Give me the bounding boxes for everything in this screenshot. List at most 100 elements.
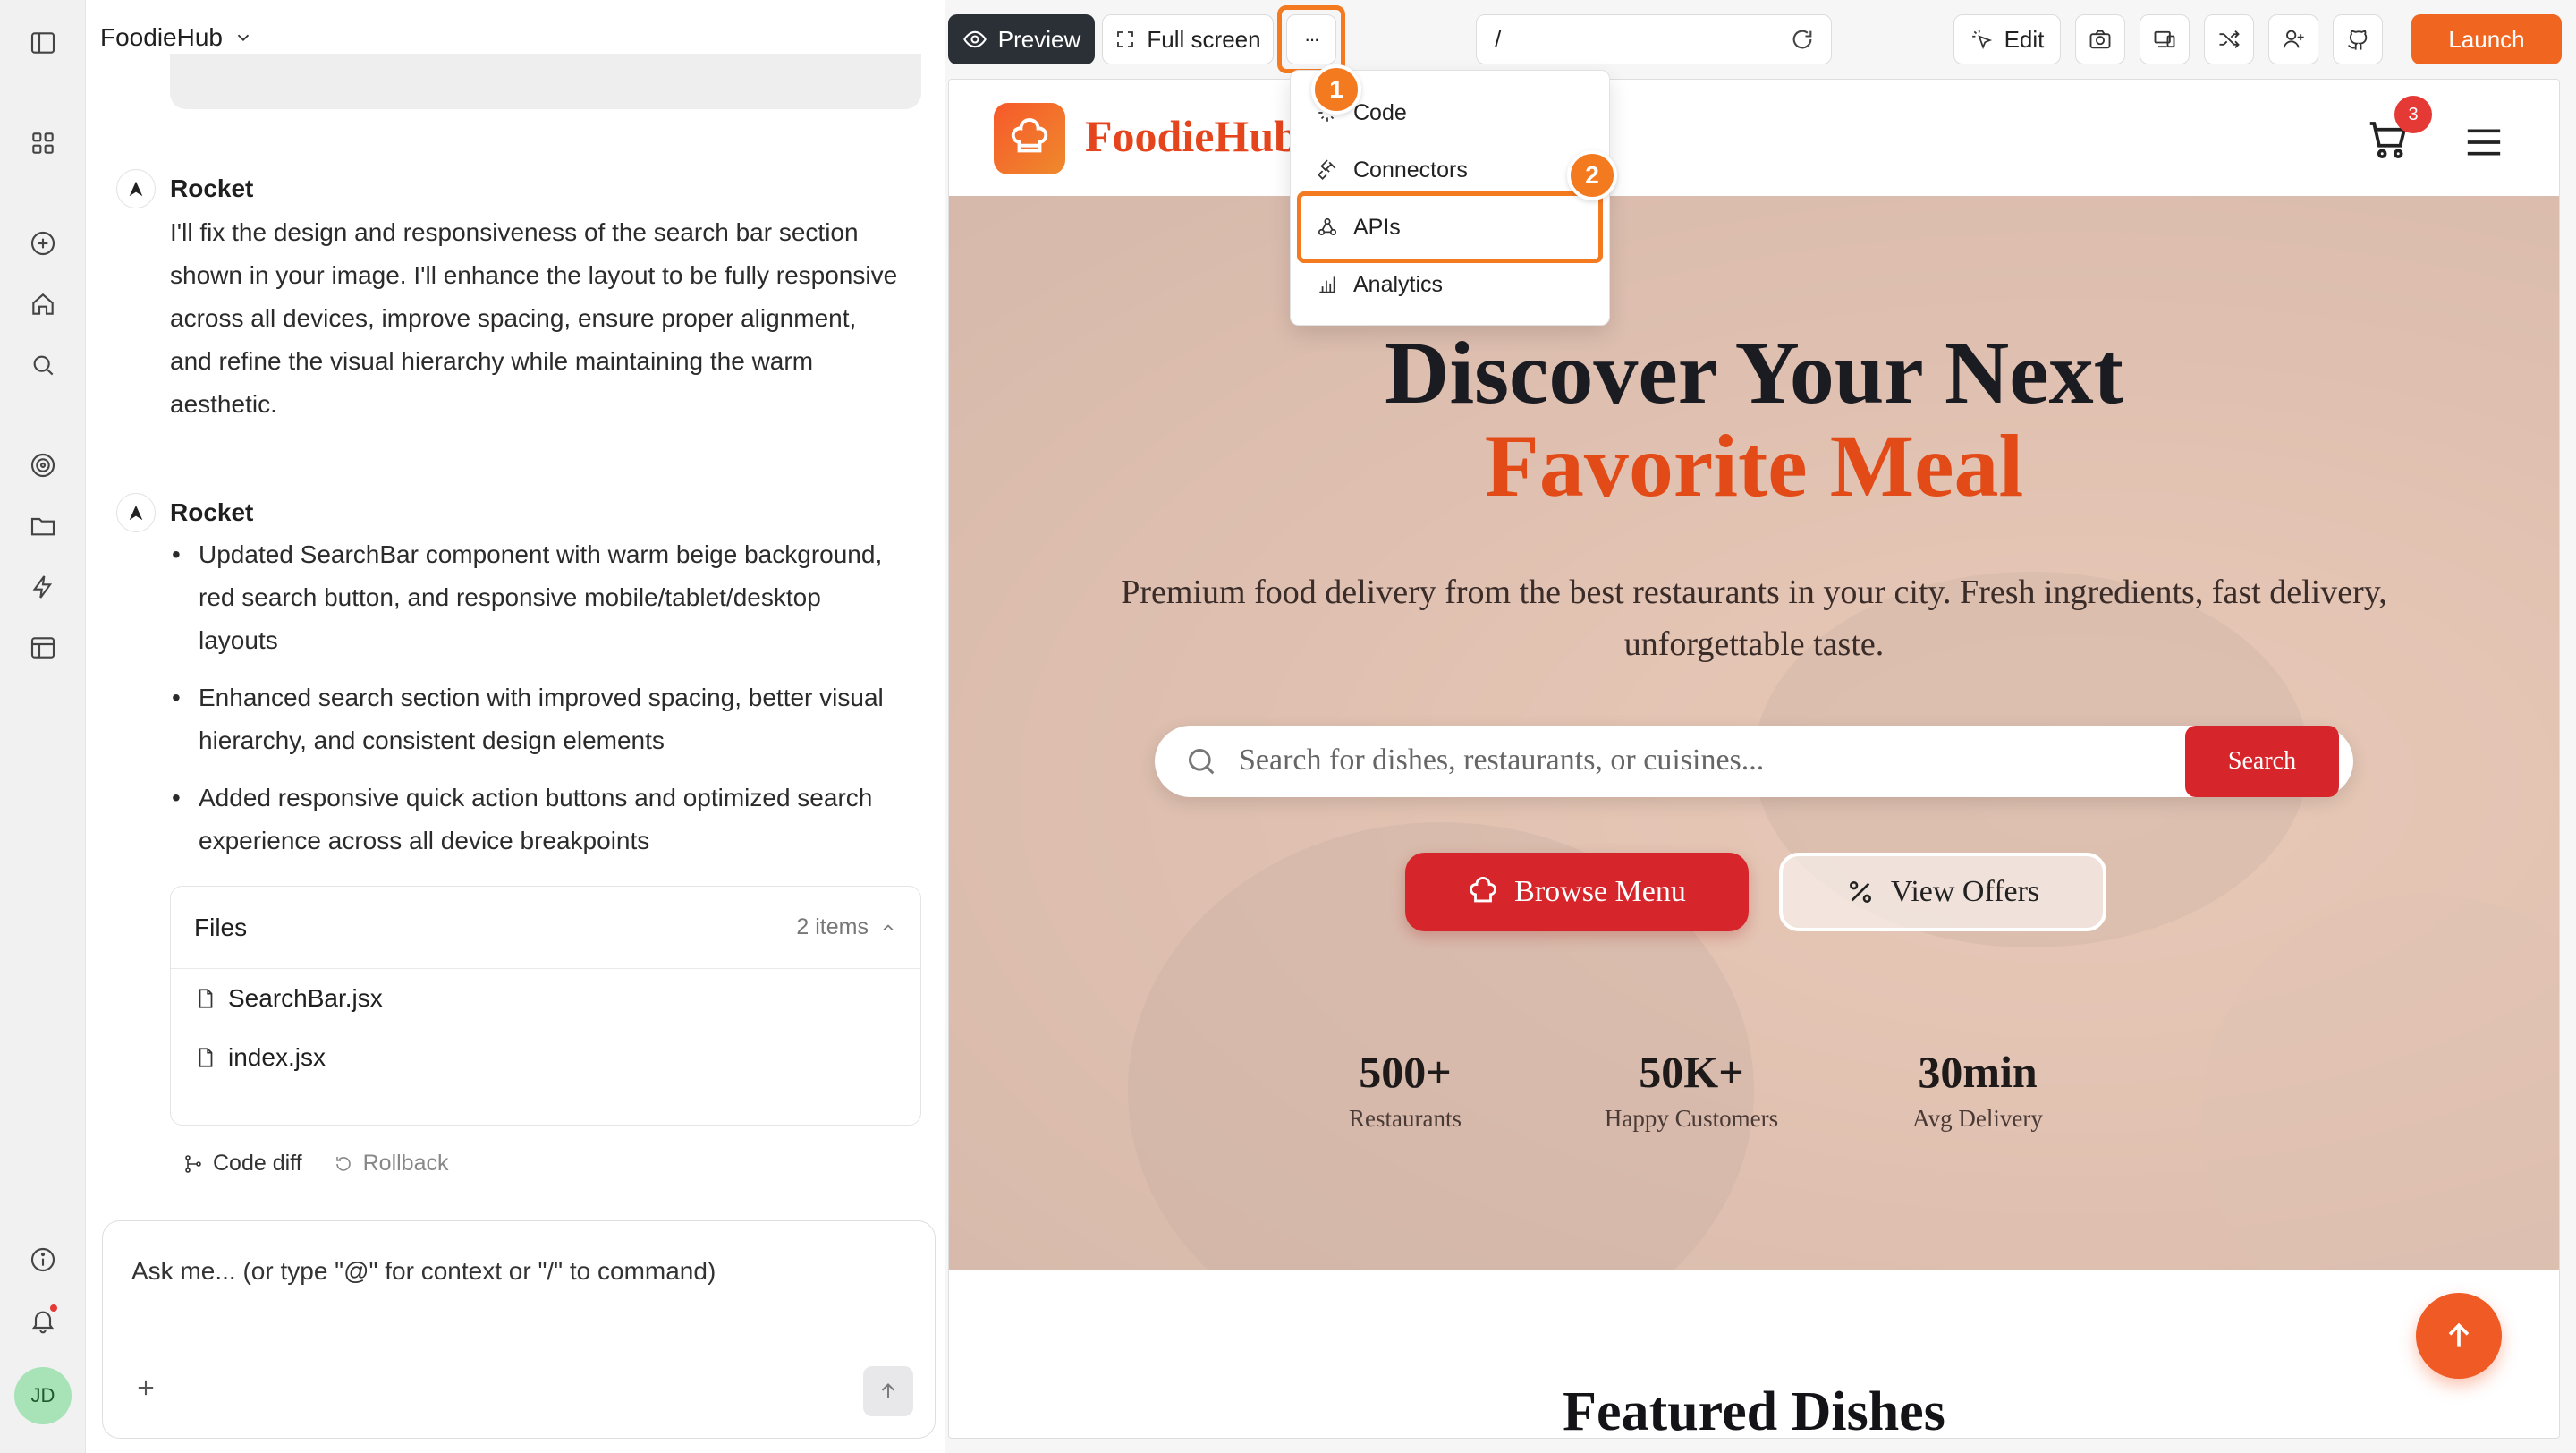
stat-value: 30min [1918, 1047, 2038, 1097]
stat-customers: 50K+ Happy Customers [1575, 1046, 1808, 1133]
magnifier-icon [1189, 749, 1215, 775]
featured-heading: Featured Dishes [1563, 1381, 1945, 1439]
home-icon[interactable] [25, 286, 61, 322]
files-card: Files 2 items SearchBar.jsx index.jsx [170, 886, 921, 1126]
url-input[interactable]: / [1495, 26, 1501, 54]
rollback-icon [335, 1156, 351, 1171]
code-diff-button[interactable]: Code diff [182, 1151, 302, 1177]
file-name: SearchBar.jsx [228, 984, 383, 1012]
menu-item-analytics[interactable]: Analytics [1300, 259, 1600, 310]
file-icon [199, 1048, 213, 1067]
git-branch-icon [185, 1154, 201, 1173]
url-bar[interactable]: / [1476, 14, 1832, 64]
search-icon[interactable] [25, 347, 61, 383]
expand-icon [1117, 31, 1134, 47]
files-title: Files [194, 913, 248, 941]
camera-icon [2089, 30, 2111, 49]
arrow-up-icon [2448, 1322, 2470, 1347]
view-offers-label: View Offers [1890, 875, 2040, 908]
message-author: Rocket [170, 498, 254, 526]
new-project-icon[interactable] [25, 225, 61, 261]
site-navbar: FoodieHub 3 [949, 80, 2559, 196]
github-icon [2348, 30, 2368, 50]
edit-button[interactable]: Edit [1953, 14, 2061, 64]
chat-composer[interactable]: Ask me... (or type "@" for context or "/… [102, 1220, 936, 1439]
responsive-view-button[interactable] [2140, 14, 2190, 64]
browse-menu-label: Browse Menu [1514, 875, 1686, 908]
bullet-item: Enhanced search section with improved sp… [170, 676, 903, 762]
preview-frame: FoodieHub 3 Discover Your Next Favorite … [948, 79, 2560, 1439]
scroll-to-top-button[interactable] [2416, 1293, 2502, 1379]
left-rail: JD [0, 0, 86, 1453]
previous-message-bubble [170, 54, 921, 109]
site-brand[interactable]: FoodieHub [1085, 110, 1299, 162]
files-header[interactable]: Files 2 items [171, 887, 920, 969]
send-button[interactable] [863, 1366, 913, 1416]
cart-count-badge: 3 [2394, 96, 2432, 133]
assistant-message: Rocket I'll fix the design and responsiv… [116, 169, 903, 426]
plus-icon[interactable] [133, 1375, 158, 1400]
site-search-input[interactable]: Search for dishes, restaurants, or cuisi… [1239, 743, 1764, 777]
percent-icon [1849, 881, 1871, 903]
menu-item-connectors[interactable]: Connectors [1300, 144, 1600, 196]
arrow-up-icon [881, 1383, 895, 1398]
apps-grid-icon[interactable] [25, 125, 61, 161]
chef-hat-logo-icon[interactable] [994, 103, 1065, 174]
github-button[interactable] [2333, 14, 2383, 64]
folder-icon[interactable] [25, 508, 61, 544]
user-plus-icon [2283, 30, 2304, 48]
avatar[interactable]: JD [14, 1367, 72, 1424]
screenshot-button[interactable] [2075, 14, 2125, 64]
view-offers-button[interactable]: View Offers [1779, 853, 2106, 931]
eye-icon [962, 30, 987, 48]
step-badge-1: 1 [1311, 64, 1361, 115]
hamburger-menu-icon[interactable] [2464, 124, 2504, 160]
hero-section: Discover Your Next Favorite Meal Premium… [949, 196, 2559, 1270]
stat-label: Restaurants [1349, 1105, 1462, 1132]
rollback-button[interactable]: Rollback [333, 1151, 449, 1177]
refresh-icon[interactable] [1790, 27, 1815, 52]
devices-icon [2154, 30, 2175, 48]
rollback-label: Rollback [362, 1151, 449, 1176]
file-item[interactable]: index.jsx [171, 1028, 920, 1087]
file-item[interactable]: SearchBar.jsx [171, 969, 920, 1028]
highlight-apis-item [1297, 191, 1603, 263]
hero-title-accent: Favorite Meal [1484, 416, 2024, 515]
chevron-up-icon[interactable] [879, 919, 897, 937]
menu-item-label: Connectors [1353, 157, 1468, 183]
project-switcher[interactable]: FoodieHub [100, 23, 253, 52]
chat-input[interactable]: Ask me... (or type "@" for context or "/… [131, 1257, 716, 1286]
layout-icon[interactable] [25, 630, 61, 666]
shuffle-button[interactable] [2204, 14, 2254, 64]
target-icon[interactable] [25, 447, 61, 483]
assistant-message: Rocket Updated SearchBar component with … [116, 493, 903, 877]
lightning-icon[interactable] [25, 569, 61, 605]
bell-icon[interactable] [25, 1303, 61, 1338]
menu-item-label: Code [1353, 99, 1407, 125]
edit-label: Edit [2004, 25, 2045, 53]
stat-restaurants: 500+ Restaurants [1289, 1046, 1521, 1133]
launch-button[interactable]: Launch [2411, 14, 2562, 64]
file-icon [199, 989, 213, 1008]
full-screen-label: Full screen [1147, 25, 1261, 53]
code-diff-label: Code diff [213, 1151, 302, 1176]
site-search-bar[interactable]: Search for dishes, restaurants, or cuisi… [1155, 726, 2353, 797]
site-search-button[interactable]: Search [2185, 726, 2339, 797]
highlight-more-button [1277, 5, 1345, 73]
rocket-avatar-icon [116, 493, 156, 532]
notification-dot [50, 1304, 57, 1312]
bullet-item: Added responsive quick action buttons an… [170, 777, 903, 862]
message-text: I'll fix the design and responsiveness o… [170, 218, 898, 418]
preview-button[interactable]: Preview [948, 14, 1095, 64]
files-count: 2 items [796, 914, 869, 939]
preview-label: Preview [997, 25, 1081, 53]
bullet-item: Updated SearchBar component with warm be… [170, 533, 903, 662]
sidebar-toggle-icon[interactable] [25, 25, 61, 61]
browse-menu-button[interactable]: Browse Menu [1405, 853, 1749, 931]
chat-panel: FoodieHub Rocket I'll fix the design and… [86, 0, 945, 1453]
message-author: Rocket [170, 174, 254, 202]
step-badge-2: 2 [1567, 150, 1617, 200]
invite-user-button[interactable] [2268, 14, 2318, 64]
info-icon[interactable] [25, 1242, 61, 1278]
full-screen-button[interactable]: Full screen [1102, 14, 1274, 64]
